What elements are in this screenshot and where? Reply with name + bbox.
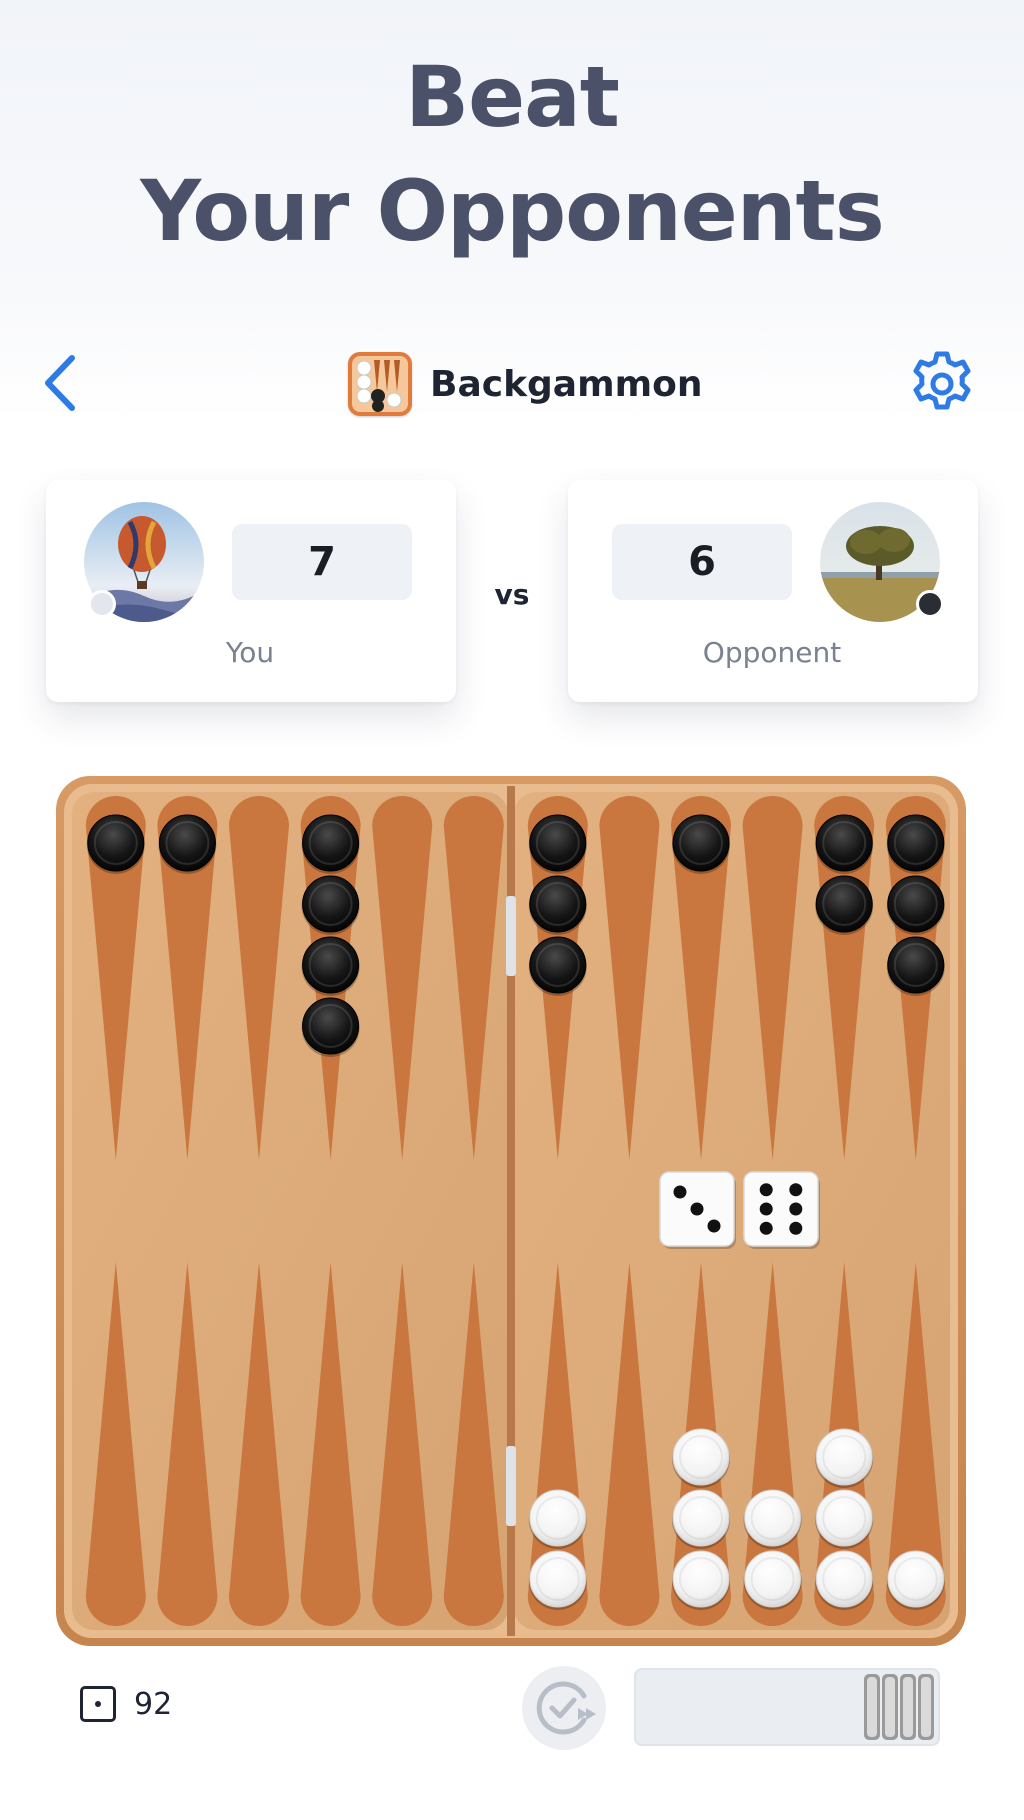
die-icon bbox=[80, 1686, 116, 1722]
autoplay-check-icon bbox=[536, 1681, 596, 1735]
headline-line-2: Your Opponents bbox=[140, 162, 884, 260]
black-checker[interactable] bbox=[158, 814, 217, 874]
player-name-opponent: Opponent bbox=[702, 636, 842, 669]
app-title-group: Backgammon bbox=[348, 352, 702, 416]
die-pip bbox=[789, 1202, 803, 1216]
player-card-opponent: 6 Opponent bbox=[568, 480, 978, 702]
settings-button[interactable] bbox=[906, 348, 978, 420]
app-title: Backgammon bbox=[430, 363, 703, 405]
bear-off-tray[interactable] bbox=[634, 1668, 940, 1746]
backgammon-app-icon bbox=[348, 352, 412, 416]
bottom-bar: 92 bbox=[0, 1660, 1024, 1760]
player-piece-indicator-black bbox=[916, 590, 944, 618]
pip-count: 92 bbox=[134, 1686, 173, 1722]
black-checker[interactable] bbox=[528, 875, 587, 935]
headline-line-1: Beat bbox=[405, 48, 620, 146]
player-card-you: 7 You bbox=[46, 480, 456, 702]
white-checker[interactable] bbox=[528, 1550, 587, 1610]
die-pip bbox=[690, 1202, 704, 1216]
white-checker[interactable] bbox=[672, 1428, 730, 1488]
vs-label: vs bbox=[494, 578, 530, 611]
die[interactable] bbox=[743, 1171, 820, 1249]
white-checker[interactable] bbox=[815, 1428, 874, 1488]
die-pip bbox=[789, 1183, 803, 1197]
white-checker[interactable] bbox=[815, 1489, 874, 1549]
player-piece-indicator-white bbox=[88, 590, 116, 618]
top-bar: Backgammon bbox=[0, 340, 1024, 430]
black-checker[interactable] bbox=[886, 814, 945, 874]
pip-counter: 92 bbox=[80, 1686, 172, 1722]
headline: Beat Your Opponents bbox=[0, 40, 1024, 268]
black-checker[interactable] bbox=[886, 875, 945, 935]
white-checker[interactable] bbox=[886, 1550, 945, 1610]
die-pip bbox=[673, 1185, 687, 1199]
black-checker[interactable] bbox=[815, 875, 874, 935]
black-checker[interactable] bbox=[86, 814, 145, 874]
board-graphic[interactable] bbox=[56, 776, 966, 1646]
black-checker[interactable] bbox=[886, 936, 945, 996]
white-checker[interactable] bbox=[815, 1550, 874, 1610]
autoplay-button[interactable] bbox=[522, 1666, 606, 1750]
white-checker[interactable] bbox=[743, 1550, 802, 1610]
white-checker[interactable] bbox=[528, 1489, 587, 1549]
white-checker[interactable] bbox=[672, 1550, 730, 1610]
white-checker[interactable] bbox=[672, 1489, 730, 1549]
black-checker[interactable] bbox=[528, 814, 587, 874]
die-pip bbox=[759, 1221, 773, 1235]
black-checker[interactable] bbox=[815, 814, 874, 874]
gear-icon bbox=[913, 351, 971, 410]
black-checker[interactable] bbox=[301, 814, 360, 874]
score-opponent: 6 bbox=[612, 524, 792, 600]
black-checker[interactable] bbox=[301, 997, 360, 1057]
player-name-you: You bbox=[225, 636, 275, 669]
borne-off-checker bbox=[882, 1674, 898, 1740]
black-checker[interactable] bbox=[301, 936, 360, 996]
die[interactable] bbox=[659, 1171, 736, 1249]
black-checker[interactable] bbox=[301, 875, 360, 935]
die-pip bbox=[759, 1202, 773, 1216]
die-pip bbox=[789, 1221, 803, 1235]
white-checker[interactable] bbox=[743, 1489, 802, 1549]
borne-off-checker bbox=[918, 1674, 934, 1740]
chevron-left-icon bbox=[45, 355, 75, 411]
die-pip bbox=[707, 1219, 721, 1233]
score-you: 7 bbox=[232, 524, 412, 600]
black-checker[interactable] bbox=[528, 936, 587, 996]
die-pip bbox=[759, 1183, 773, 1197]
borne-off-checker bbox=[864, 1674, 880, 1740]
back-button[interactable] bbox=[38, 350, 88, 416]
black-checker[interactable] bbox=[672, 814, 730, 874]
backgammon-board[interactable] bbox=[56, 776, 966, 1646]
borne-off-checker bbox=[900, 1674, 916, 1740]
